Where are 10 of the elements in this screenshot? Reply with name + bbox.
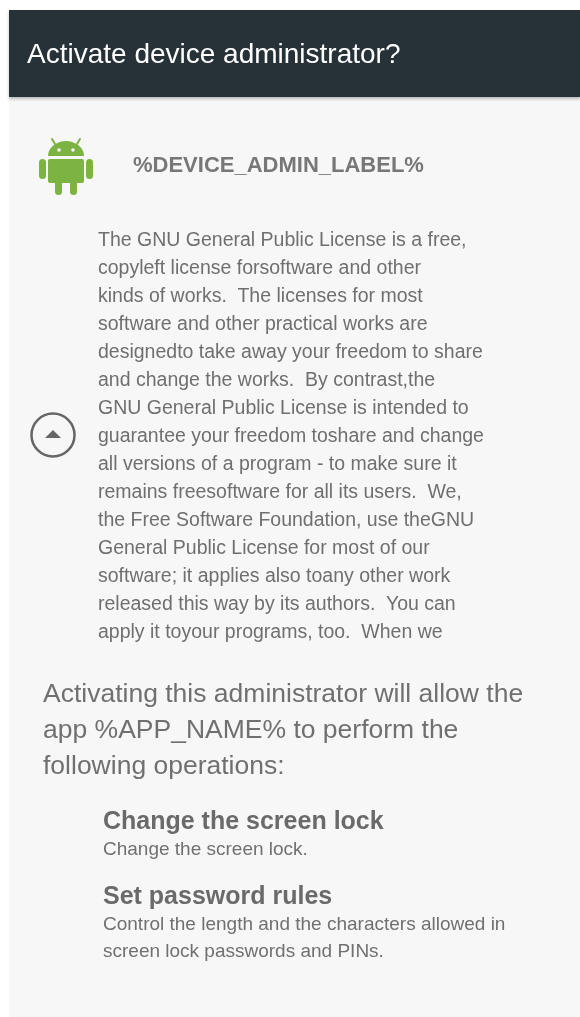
policy-description: Control the length and the characters allowed in screen lock passwords and PINs. xyxy=(103,912,507,963)
admin-description: The GNU General Public License is a free, copyleft license forsoftware and other kinds of works. The licenses for most software and other practical works are designedto take away your freedom to share and change the works. By contrast,the GNU General Public License is intended to guarantee your freedom toshare and change all versions of a program - to make sure it remains freesoftware for all its users. We, the Free Software Foundation, use theGNU General Public License for most of our software; it applies also toany other work released this way by its authors. You can apply it toyour programs, too. When we xyxy=(98,227,485,644)
dialog-title: Activate device administrator? xyxy=(27,37,401,70)
android-robot-icon xyxy=(38,135,94,195)
admin-label: %DEVICE_ADMIN_LABEL% xyxy=(133,152,424,178)
policy-title: Set password rules xyxy=(103,880,334,910)
policy-description: Change the screen lock. xyxy=(103,837,309,861)
policy-title: Change the screen lock xyxy=(103,805,385,835)
permissions-intro: Activating this administrator will allow the app %APP_NAME% to perform the following operations: xyxy=(43,677,525,782)
collapse-icon[interactable] xyxy=(30,412,76,458)
